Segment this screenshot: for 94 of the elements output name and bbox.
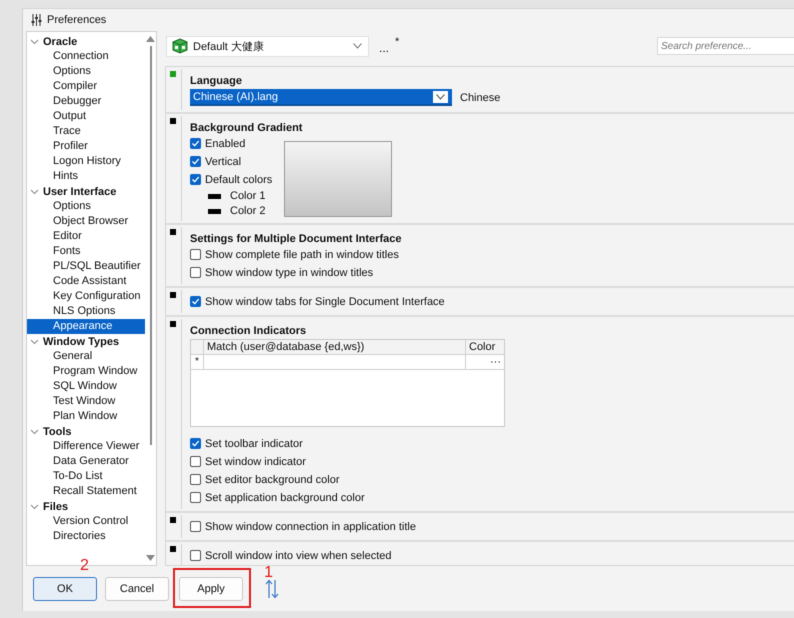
checkbox-label[interactable]: Show window connection in application title <box>205 520 416 532</box>
checkbox[interactable] <box>190 474 201 485</box>
chevron-icon <box>353 43 362 49</box>
checkbox[interactable] <box>190 138 201 149</box>
tree-group[interactable]: Window Types <box>43 336 120 348</box>
checkbox[interactable] <box>190 174 201 185</box>
search-field[interactable]: Search preference... <box>657 37 794 55</box>
tree-item[interactable]: Compiler <box>27 79 145 94</box>
cube-icon <box>172 38 188 54</box>
scroll-down-icon[interactable] <box>146 555 155 561</box>
tree-item[interactable]: Directories <box>27 529 145 544</box>
color-swatch[interactable] <box>208 208 221 214</box>
color-label: Color 1 <box>230 190 266 202</box>
chevron-icon <box>433 90 448 102</box>
checkbox-label[interactable]: Set application background color <box>205 492 365 504</box>
modified-marker: * <box>395 36 400 48</box>
checkbox-label[interactable]: Show window tabs for Single Document Interface <box>205 296 445 308</box>
checkbox[interactable] <box>190 438 201 449</box>
checkbox-label[interactable]: Enabled <box>205 138 246 150</box>
dialog-button[interactable]: Cancel <box>105 576 169 600</box>
tree-item[interactable]: Options <box>27 64 145 79</box>
tree-item[interactable]: NLS Options <box>27 304 145 319</box>
tree-item[interactable]: Fonts <box>27 244 145 259</box>
chevron-icon[interactable] <box>30 427 39 436</box>
column-header: Color <box>468 340 496 354</box>
tree-item[interactable]: Recall Statement <box>27 484 145 499</box>
tree-item[interactable]: Object Browser <box>27 214 145 229</box>
checkbox[interactable] <box>190 296 201 307</box>
tree-group[interactable]: User Interface <box>43 186 116 198</box>
checkbox[interactable] <box>190 521 201 532</box>
chevron-icon[interactable] <box>30 337 39 346</box>
checkbox[interactable] <box>190 249 201 260</box>
chevron-icon[interactable] <box>30 37 39 46</box>
section-title: Settings for Multiple Document Interface <box>190 232 402 247</box>
checkbox-label[interactable]: Default colors <box>205 174 272 186</box>
tree-item[interactable]: Hints <box>27 169 145 184</box>
checkbox[interactable] <box>190 456 201 467</box>
checkbox-label[interactable]: Set toolbar indicator <box>205 438 303 450</box>
checkbox[interactable] <box>190 550 201 561</box>
checkbox-label[interactable]: Set editor background color <box>205 474 340 486</box>
profile-dropdown[interactable]: Default 大健康 <box>166 36 369 56</box>
tree-item[interactable]: PL/SQL Beautifier <box>27 259 145 274</box>
tree-item[interactable]: Connection <box>27 49 145 64</box>
tree-item[interactable]: Program Window <box>27 364 145 379</box>
tree-item[interactable]: Data Generator <box>27 454 145 469</box>
tree-item[interactable]: Logon History <box>27 154 145 169</box>
checkbox-label[interactable]: Scroll window into view when selected <box>205 550 392 562</box>
section-title: Language <box>190 74 243 89</box>
section-title: Background Gradient <box>190 121 304 136</box>
column-header: Match (user@database {ed,ws}) <box>204 340 466 354</box>
checkbox[interactable] <box>190 492 201 503</box>
dialog-button[interactable]: OK <box>33 576 97 600</box>
tree-item[interactable]: Key Configuration <box>27 289 145 304</box>
tree-item[interactable]: Profiler <box>27 139 145 154</box>
checkbox-label[interactable]: Show window type in window titles <box>205 266 374 278</box>
checkbox-label[interactable]: Vertical <box>205 156 242 168</box>
annotation-number: 2 <box>80 558 89 574</box>
tree-group[interactable]: Files <box>43 500 68 512</box>
tree-item[interactable]: Options <box>27 199 145 214</box>
tree-group[interactable]: Tools <box>43 426 72 438</box>
tree-item[interactable]: Editor <box>27 229 145 244</box>
indicator-table[interactable]: Match (user@database {ed,ws}) Color * ··· <box>190 339 505 427</box>
sort-icon[interactable] <box>265 578 279 598</box>
color-label: Color 2 <box>230 205 266 217</box>
tree-item[interactable]: Code Assistant <box>27 274 145 289</box>
checkbox[interactable] <box>190 267 201 278</box>
tree-item[interactable]: Appearance <box>27 319 145 334</box>
window-title: Preferences <box>47 14 106 26</box>
tree-item[interactable]: Debugger <box>27 94 145 109</box>
tree-item[interactable]: SQL Window <box>27 379 145 394</box>
checkbox-label[interactable]: Show complete file path in window titles <box>205 248 399 260</box>
scroll-up-icon[interactable] <box>146 36 155 42</box>
tree-item[interactable]: Output <box>27 109 145 124</box>
language-name: Chinese <box>460 92 500 104</box>
chevron-icon[interactable] <box>30 187 39 196</box>
section-title: Connection Indicators <box>190 324 308 339</box>
checkbox-label[interactable]: Set window indicator <box>205 456 306 468</box>
annotation-number: 1 <box>264 564 273 580</box>
tree-item[interactable]: Version Control <box>27 514 145 529</box>
color-swatch[interactable] <box>208 194 221 198</box>
more-button[interactable]: ... <box>379 41 390 55</box>
tree-item[interactable]: Trace <box>27 124 145 139</box>
sliders-icon <box>31 14 42 26</box>
chevron-icon[interactable] <box>30 502 39 511</box>
tree-item[interactable]: To-Do List <box>27 469 145 484</box>
tree-group[interactable]: Oracle <box>43 36 78 48</box>
checkbox[interactable] <box>190 156 201 167</box>
tree-item[interactable]: Plan Window <box>27 409 145 424</box>
tree-item[interactable]: General <box>27 349 145 364</box>
tree-item[interactable]: Difference Viewer <box>27 439 145 454</box>
tree-item[interactable]: Test Window <box>27 394 145 409</box>
ellipsis-button[interactable]: ··· <box>490 356 501 368</box>
language-dropdown[interactable]: Chinese (AI).lang <box>190 89 452 106</box>
dialog-button[interactable]: Apply <box>179 576 243 600</box>
